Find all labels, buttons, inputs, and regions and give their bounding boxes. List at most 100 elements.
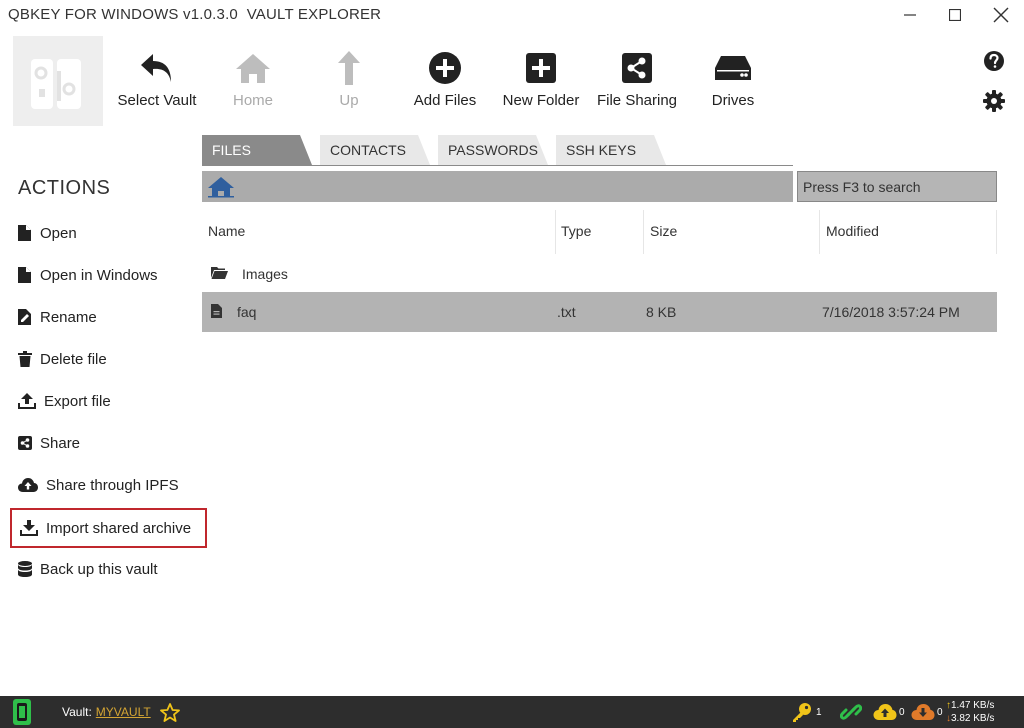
drives-label: Drives <box>711 92 755 109</box>
cloud-download-icon <box>911 704 935 720</box>
column-header-size[interactable]: Size <box>644 210 820 254</box>
folder-open-icon <box>211 266 228 282</box>
action-export-file-label: Export file <box>44 392 111 410</box>
column-header-name[interactable]: Name <box>202 210 556 254</box>
share-icon <box>18 436 40 450</box>
upload-icon <box>18 393 40 409</box>
action-export-file[interactable]: Export file <box>18 387 111 415</box>
connection-status[interactable] <box>12 696 32 728</box>
file-type: .txt <box>557 304 576 320</box>
settings-button[interactable] <box>982 89 1006 113</box>
undo-arrow-icon <box>141 54 171 82</box>
minimize-button[interactable] <box>887 0 933 30</box>
tab-ssh-keys[interactable]: SSH KEYS <box>556 135 666 165</box>
actions-heading: ACTIONS <box>18 177 111 199</box>
download-speed-row: ↓3.82 KB/s <box>946 712 994 725</box>
tab-passwords[interactable]: PASSWORDS <box>438 135 548 165</box>
search-input[interactable] <box>797 171 997 202</box>
drives-button[interactable]: Drives <box>710 50 756 114</box>
share-square-icon <box>622 53 652 83</box>
add-files-button[interactable]: Add Files <box>412 50 478 114</box>
column-header-modified[interactable]: Modified <box>820 210 997 254</box>
minimize-icon <box>904 14 916 16</box>
download-indicator[interactable]: 0 <box>911 696 943 728</box>
up-arrow-icon <box>338 51 360 85</box>
action-open[interactable]: Open <box>18 219 77 247</box>
cloud-upload-icon <box>18 478 40 492</box>
home-icon <box>236 54 270 83</box>
action-back-up-vault[interactable]: Back up this vault <box>18 555 158 583</box>
tab-files[interactable]: FILES <box>202 135 312 165</box>
hard-drive-icon <box>715 56 751 80</box>
home-label: Home <box>232 92 273 109</box>
action-open-in-windows-label: Open in Windows <box>40 266 158 284</box>
plus-square-icon <box>526 53 556 83</box>
action-delete-file[interactable]: Delete file <box>18 345 107 373</box>
keys-count: 1 <box>816 706 822 718</box>
link-icon <box>840 704 862 720</box>
upload-indicator[interactable]: 0 <box>873 696 905 728</box>
maximize-button[interactable] <box>932 0 978 30</box>
close-button[interactable] <box>978 0 1024 30</box>
action-delete-file-label: Delete file <box>40 350 107 368</box>
file-icon <box>18 267 40 283</box>
file-icon <box>18 225 40 241</box>
file-modified: 7/16/2018 3:57:24 PM <box>822 304 960 320</box>
new-folder-button[interactable]: New Folder <box>502 50 580 114</box>
file-row[interactable]: faq .txt 8 KB 7/16/2018 3:57:24 PM <box>202 292 997 332</box>
file-name: faq <box>237 304 257 320</box>
keys-indicator[interactable]: 1 <box>792 696 822 728</box>
tab-underline <box>202 165 793 166</box>
home-icon <box>208 177 234 198</box>
help-button[interactable] <box>982 49 1006 73</box>
status-bar: Vault: MYVAULT 1 0 0 ↑1.47 KB/s ↓3.82 KB… <box>0 696 1024 728</box>
file-text-icon <box>211 304 222 321</box>
action-share[interactable]: Share <box>18 429 80 457</box>
download-speed: 3.82 KB/s <box>951 713 995 724</box>
new-folder-label: New Folder <box>502 92 580 109</box>
file-row-folder[interactable]: Images <box>202 254 997 294</box>
link-indicator[interactable] <box>840 696 862 728</box>
download-icon <box>20 520 42 536</box>
upload-count: 0 <box>899 706 905 718</box>
upload-speed-row: ↑1.47 KB/s <box>946 699 994 712</box>
transfer-speed: ↑1.47 KB/s ↓3.82 KB/s <box>946 699 994 725</box>
database-icon <box>18 561 40 577</box>
trash-icon <box>18 351 40 367</box>
key-icon <box>793 703 811 722</box>
action-share-label: Share <box>40 434 81 452</box>
tab-contacts[interactable]: CONTACTS <box>320 135 430 165</box>
column-header-type[interactable]: Type <box>555 210 644 254</box>
breadcrumb <box>202 171 793 202</box>
close-icon <box>993 7 1009 23</box>
vault-indicator: Vault: MYVAULT <box>62 696 151 728</box>
action-share-through-ipfs-label: Share through IPFS <box>46 476 179 494</box>
favorite-button[interactable] <box>160 696 180 728</box>
home-button[interactable]: Home <box>226 50 280 114</box>
maximize-icon <box>949 9 961 21</box>
vault-label: Vault: <box>62 705 92 719</box>
vault-name-link[interactable]: MYVAULT <box>96 705 151 719</box>
action-share-through-ipfs[interactable]: Share through IPFS <box>18 471 179 499</box>
file-sharing-button[interactable]: File Sharing <box>597 50 677 114</box>
action-import-shared-archive[interactable]: Import shared archive <box>10 508 207 548</box>
window-title: QBKEY FOR WINDOWS v1.0.3.0 VAULT EXPLORE… <box>8 6 382 23</box>
file-edit-icon <box>18 309 40 325</box>
action-open-label: Open <box>40 224 77 242</box>
action-open-in-windows[interactable]: Open in Windows <box>18 261 158 289</box>
select-vault-label: Select Vault <box>117 92 197 109</box>
action-import-shared-archive-label: Import shared archive <box>46 519 192 537</box>
up-button[interactable]: Up <box>330 50 368 114</box>
select-vault-button[interactable]: Select Vault <box>118 50 196 114</box>
breadcrumb-home-button[interactable] <box>207 176 235 203</box>
file-name: Images <box>242 266 288 282</box>
app-logo <box>13 36 103 126</box>
file-size: 8 KB <box>646 304 677 320</box>
upload-speed: 1.47 KB/s <box>951 700 995 711</box>
action-rename-label: Rename <box>40 308 97 326</box>
download-count: 0 <box>937 706 943 718</box>
gear-icon <box>983 90 1005 112</box>
device-status-icon <box>13 699 31 725</box>
action-rename[interactable]: Rename <box>18 303 97 331</box>
title-bar: QBKEY FOR WINDOWS v1.0.3.0 VAULT EXPLORE… <box>0 0 1024 30</box>
